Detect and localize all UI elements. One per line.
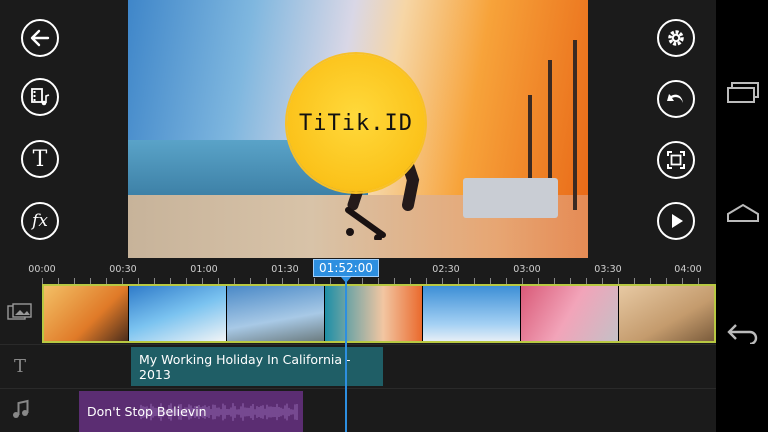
back-icon	[726, 324, 760, 348]
preview-bus	[463, 178, 558, 218]
playhead-line[interactable]	[345, 277, 347, 432]
ruler-label: 04:00	[674, 264, 702, 275]
home-icon	[726, 203, 760, 228]
play-icon	[665, 210, 687, 232]
video-track-header	[0, 284, 40, 343]
track-divider	[0, 344, 716, 345]
video-track[interactable]	[42, 284, 716, 343]
track-divider	[0, 388, 716, 389]
playhead-marker[interactable]	[341, 277, 351, 283]
text-tool-button[interactable]: T	[21, 140, 59, 178]
recent-apps-icon	[726, 82, 760, 108]
text-track-header: T	[0, 345, 40, 388]
video-preview[interactable]: TiTik.ID	[128, 0, 588, 258]
ruler-label: 01:30	[271, 264, 299, 275]
preview-palm	[573, 40, 577, 210]
watermark-text: TiTik.ID	[299, 110, 413, 136]
fullscreen-icon	[665, 149, 687, 171]
ruler-label: 00:00	[28, 264, 56, 275]
ruler-label: 00:30	[109, 264, 137, 275]
recent-apps-button[interactable]	[726, 82, 760, 106]
clip-thumbnail[interactable]	[129, 286, 227, 341]
back-arrow-icon	[29, 27, 51, 49]
clip-thumbnail[interactable]	[619, 286, 714, 341]
ruler-label: 01:00	[190, 264, 218, 275]
clip-thumbnail[interactable]	[423, 286, 521, 341]
audio-clip-label: Don't Stop Believin	[87, 404, 207, 419]
settings-button[interactable]	[657, 19, 695, 57]
video-editor-app: T fx TiTik.ID 00:00 00:30 01:00 01:30 02…	[0, 0, 716, 432]
back-nav-button[interactable]	[726, 322, 760, 346]
image-track-icon	[7, 302, 33, 325]
undo-icon	[665, 88, 687, 110]
undo-button[interactable]	[657, 80, 695, 118]
text-tool-icon: T	[32, 146, 48, 172]
ruler-label: 03:30	[594, 264, 622, 275]
clip-thumbnail[interactable]	[227, 286, 325, 341]
titik-watermark: TiTik.ID	[287, 54, 425, 192]
system-navigation-bar	[716, 0, 768, 432]
audio-track-header	[0, 389, 40, 432]
media-browser-icon	[29, 86, 51, 108]
clip-thumbnail[interactable]	[521, 286, 619, 341]
clip-thumbnail[interactable]	[325, 286, 423, 341]
ruler-label: 03:00	[513, 264, 541, 275]
fullscreen-button[interactable]	[657, 141, 695, 179]
settings-gear-icon	[665, 27, 687, 49]
text-track-icon: T	[13, 356, 26, 377]
playhead-time[interactable]: 01:52:00	[313, 259, 379, 277]
home-button[interactable]	[726, 202, 760, 226]
effects-button[interactable]: fx	[21, 202, 59, 240]
clip-thumbnail[interactable]	[44, 286, 129, 341]
music-note-icon	[11, 399, 29, 423]
audio-clip[interactable]: Don't Stop Believin	[79, 391, 303, 432]
media-browser-button[interactable]	[21, 78, 59, 116]
effects-icon: fx	[32, 211, 48, 231]
back-button[interactable]	[21, 19, 59, 57]
play-button[interactable]	[657, 202, 695, 240]
ruler-label: 02:30	[432, 264, 460, 275]
